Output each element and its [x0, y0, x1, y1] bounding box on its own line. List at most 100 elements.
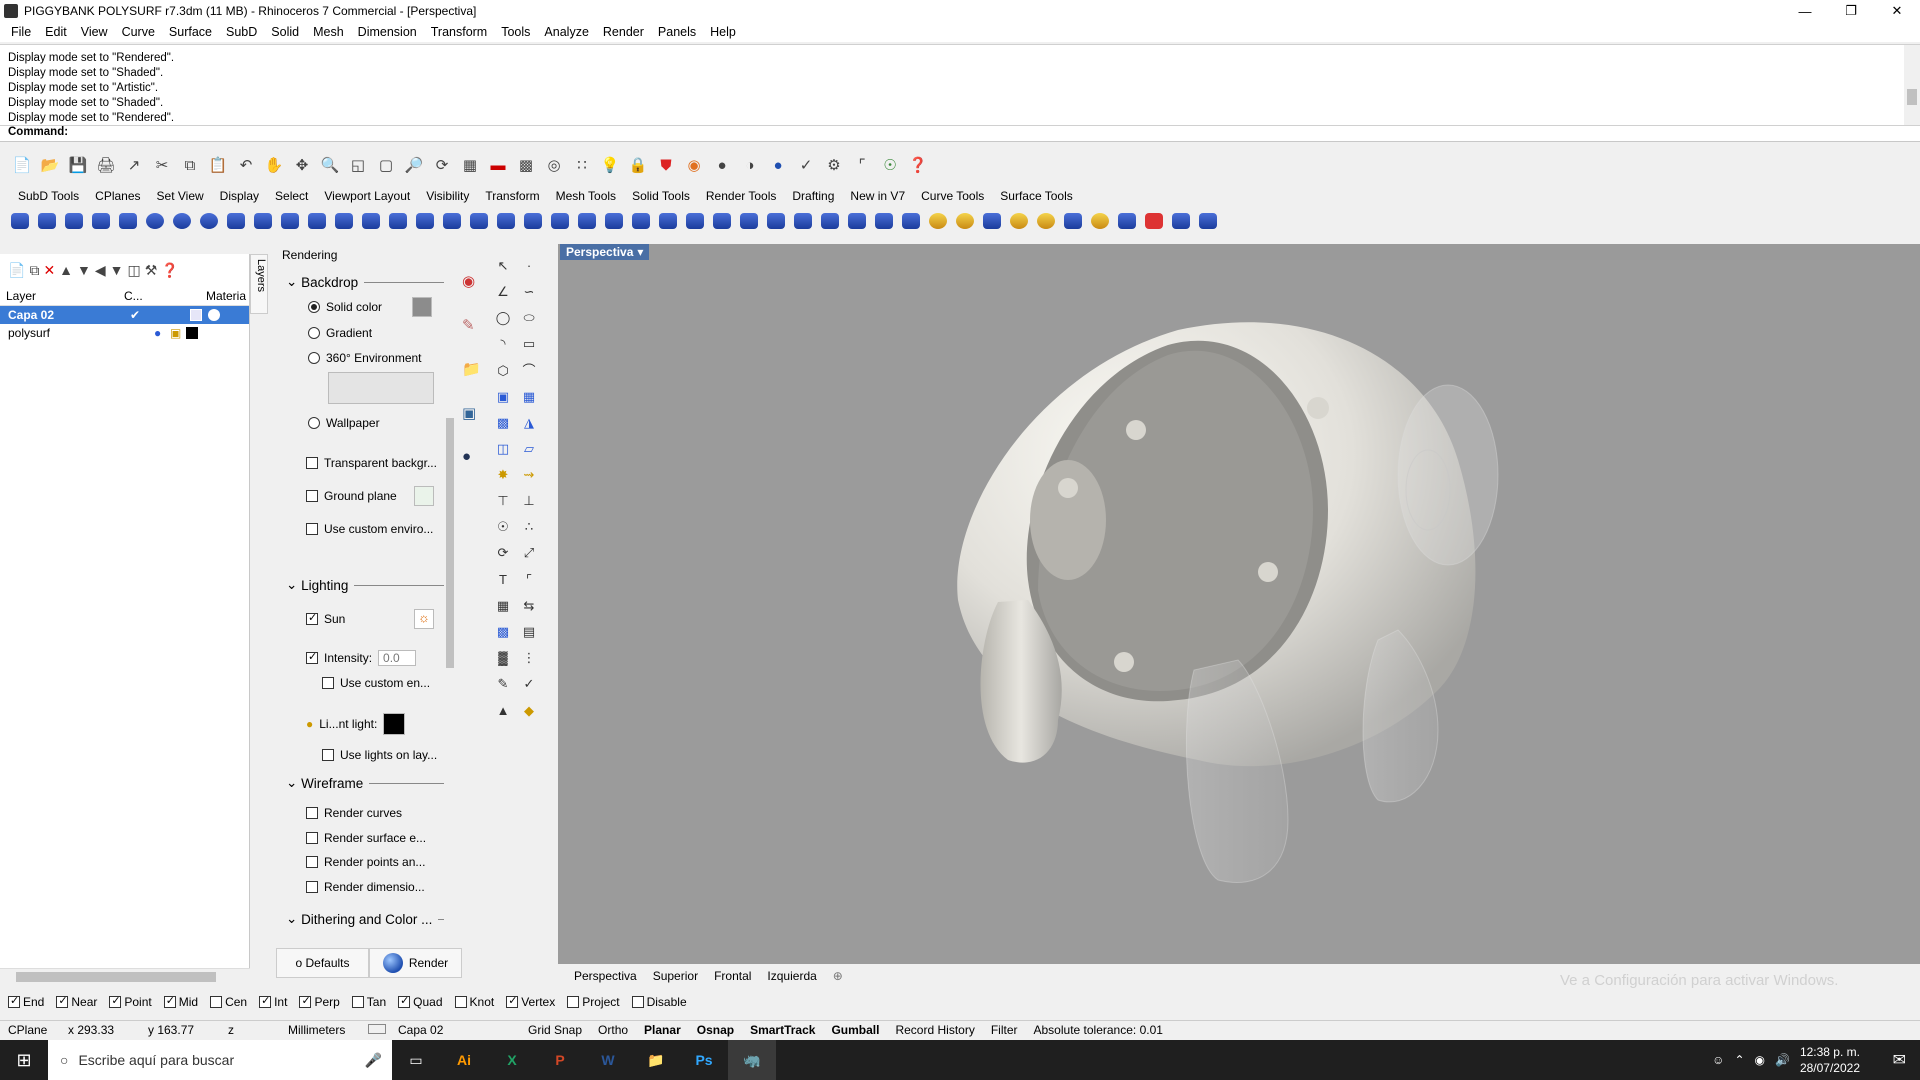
- options-icon[interactable]: ⚙: [820, 152, 848, 178]
- render-points-checkbox[interactable]: Render points an...: [306, 855, 425, 869]
- dimension-icon[interactable]: ⌜: [848, 152, 876, 178]
- subd-unweld-icon[interactable]: [546, 208, 573, 234]
- task-view-icon[interactable]: ▭: [392, 1040, 440, 1080]
- ambient-color-swatch[interactable]: [383, 713, 406, 735]
- tab-frontal[interactable]: Frontal: [706, 969, 759, 983]
- layer-row[interactable]: Capa 02 ✔: [0, 306, 249, 324]
- points-icon[interactable]: ∷: [568, 152, 596, 178]
- subd-box-icon[interactable]: [6, 208, 33, 234]
- chevron-up-icon[interactable]: ⌃: [1734, 1053, 1744, 1067]
- rotate-icon[interactable]: ⟳: [490, 540, 516, 566]
- notifications-icon[interactable]: ✉: [1893, 1050, 1906, 1070]
- help-icon[interactable]: ❓: [904, 152, 932, 178]
- subd-wire-icon[interactable]: [978, 208, 1005, 234]
- material-sphere-icon[interactable]: ●: [462, 448, 484, 492]
- check-icon[interactable]: ✓: [516, 671, 542, 697]
- select-icon[interactable]: ◎: [540, 152, 568, 178]
- polygon-icon[interactable]: ⬡: [490, 358, 516, 384]
- surface-edit-icon[interactable]: ▦: [516, 384, 542, 410]
- subd-plane-icon[interactable]: [33, 208, 60, 234]
- grid-snap-toggle[interactable]: Grid Snap: [520, 1023, 590, 1037]
- subd-insert-edge-icon[interactable]: [411, 208, 438, 234]
- volume-icon[interactable]: 🔊: [1775, 1053, 1790, 1067]
- tab-new-in-v7[interactable]: New in V7: [842, 189, 913, 203]
- subd-filter-icon[interactable]: [1167, 208, 1194, 234]
- arc-icon[interactable]: ◝: [490, 331, 516, 357]
- subd-fill-icon[interactable]: [384, 208, 411, 234]
- units-label[interactable]: Millimeters: [280, 1023, 360, 1037]
- subd-display-icon[interactable]: [924, 208, 951, 234]
- menu-subd[interactable]: SubD: [219, 25, 264, 39]
- folder-icon[interactable]: 📁: [462, 360, 484, 404]
- word-icon[interactable]: W: [584, 1040, 632, 1080]
- light-icon[interactable]: 💡: [596, 152, 624, 178]
- filter-toggle[interactable]: Filter: [983, 1023, 1026, 1037]
- cut-icon[interactable]: ✂: [148, 152, 176, 178]
- rendered-sphere-icon[interactable]: ◑: [736, 152, 764, 178]
- tab-curve-tools[interactable]: Curve Tools: [913, 189, 992, 203]
- subd-bridge-icon[interactable]: [330, 208, 357, 234]
- col-material[interactable]: Materia: [206, 289, 246, 303]
- subd-mesh-icon[interactable]: [492, 208, 519, 234]
- move-up-icon[interactable]: ▲: [59, 262, 73, 278]
- render-dims-checkbox[interactable]: Render dimensio...: [306, 880, 425, 894]
- render-curves-checkbox[interactable]: Render curves: [306, 806, 402, 820]
- tab-superior[interactable]: Superior: [645, 969, 706, 983]
- grid-array-icon[interactable]: ▓: [490, 645, 516, 671]
- ambient-light-row[interactable]: ● Li...nt light:: [306, 713, 406, 735]
- subd-rebuild-icon[interactable]: [762, 208, 789, 234]
- zoom-window-icon[interactable]: ◱: [344, 152, 372, 178]
- osnap-mid[interactable]: Mid: [163, 994, 198, 1009]
- subd-loft-icon[interactable]: [276, 208, 303, 234]
- tab-izquierda[interactable]: Izquierda: [759, 969, 824, 983]
- dimension-icon[interactable]: ⌜: [516, 567, 542, 593]
- delete-layer-icon[interactable]: ✕: [43, 262, 55, 279]
- section-lighting[interactable]: ⌄ Lighting: [286, 577, 446, 593]
- menu-dimension[interactable]: Dimension: [351, 25, 424, 39]
- tab-visibility[interactable]: Visibility: [418, 189, 477, 203]
- subd-sweep2-icon[interactable]: [249, 208, 276, 234]
- block-icon[interactable]: ▩: [490, 619, 516, 645]
- sun-checkbox[interactable]: Sun: [306, 611, 345, 626]
- split-icon[interactable]: ⇝: [516, 462, 542, 488]
- cylinder-icon[interactable]: ◫: [490, 436, 516, 462]
- menu-solid[interactable]: Solid: [264, 25, 306, 39]
- subd-grid-icon[interactable]: [573, 208, 600, 234]
- menu-mesh[interactable]: Mesh: [306, 25, 351, 39]
- layer-tools-icon[interactable]: ◫: [128, 262, 141, 279]
- zoom-selected-icon[interactable]: 🔎: [400, 152, 428, 178]
- menu-help[interactable]: Help: [703, 25, 743, 39]
- menu-file[interactable]: File: [4, 25, 38, 39]
- layers-h-scrollbar[interactable]: [0, 968, 250, 984]
- perspective-viewport[interactable]: [558, 260, 1920, 964]
- tab-cplanes[interactable]: CPlanes: [87, 189, 148, 203]
- hammer-icon[interactable]: ⚒: [145, 262, 158, 279]
- new-sublayer-icon[interactable]: ⧉: [29, 262, 39, 279]
- subd-extrude-icon[interactable]: [438, 208, 465, 234]
- subd-mesh-grid-icon[interactable]: [843, 208, 870, 234]
- osnap-near[interactable]: Near: [56, 994, 97, 1009]
- globe-icon[interactable]: ☉: [876, 152, 904, 178]
- menu-surface[interactable]: Surface: [162, 25, 219, 39]
- ground-plane-checkbox[interactable]: Ground plane: [306, 489, 397, 503]
- zoom-icon[interactable]: 🔍: [316, 152, 344, 178]
- subd-cone-icon[interactable]: [60, 208, 87, 234]
- menu-tools[interactable]: Tools: [494, 25, 537, 39]
- subd-convert-icon[interactable]: [1086, 208, 1113, 234]
- hatch-icon[interactable]: ▤: [516, 619, 542, 645]
- subd-brush-icon[interactable]: [1032, 208, 1059, 234]
- wifi-icon[interactable]: ◉: [1755, 1053, 1765, 1067]
- smarttrack-toggle[interactable]: SmartTrack: [742, 1023, 823, 1037]
- subd-flat-icon[interactable]: [1005, 208, 1032, 234]
- osnap-toggle[interactable]: Osnap: [689, 1023, 742, 1037]
- menu-transform[interactable]: Transform: [424, 25, 495, 39]
- tab-transform[interactable]: Transform: [477, 189, 547, 203]
- add-viewport-icon[interactable]: ⊕: [825, 969, 851, 983]
- brush-icon[interactable]: ✎: [462, 316, 484, 360]
- help-icon[interactable]: ❓: [161, 262, 178, 279]
- tab-solid-tools[interactable]: Solid Tools: [624, 189, 698, 203]
- subd-flow-icon[interactable]: [897, 208, 924, 234]
- menu-view[interactable]: View: [74, 25, 115, 39]
- solid-color-swatch[interactable]: [412, 297, 432, 317]
- subd-repeat-icon[interactable]: [789, 208, 816, 234]
